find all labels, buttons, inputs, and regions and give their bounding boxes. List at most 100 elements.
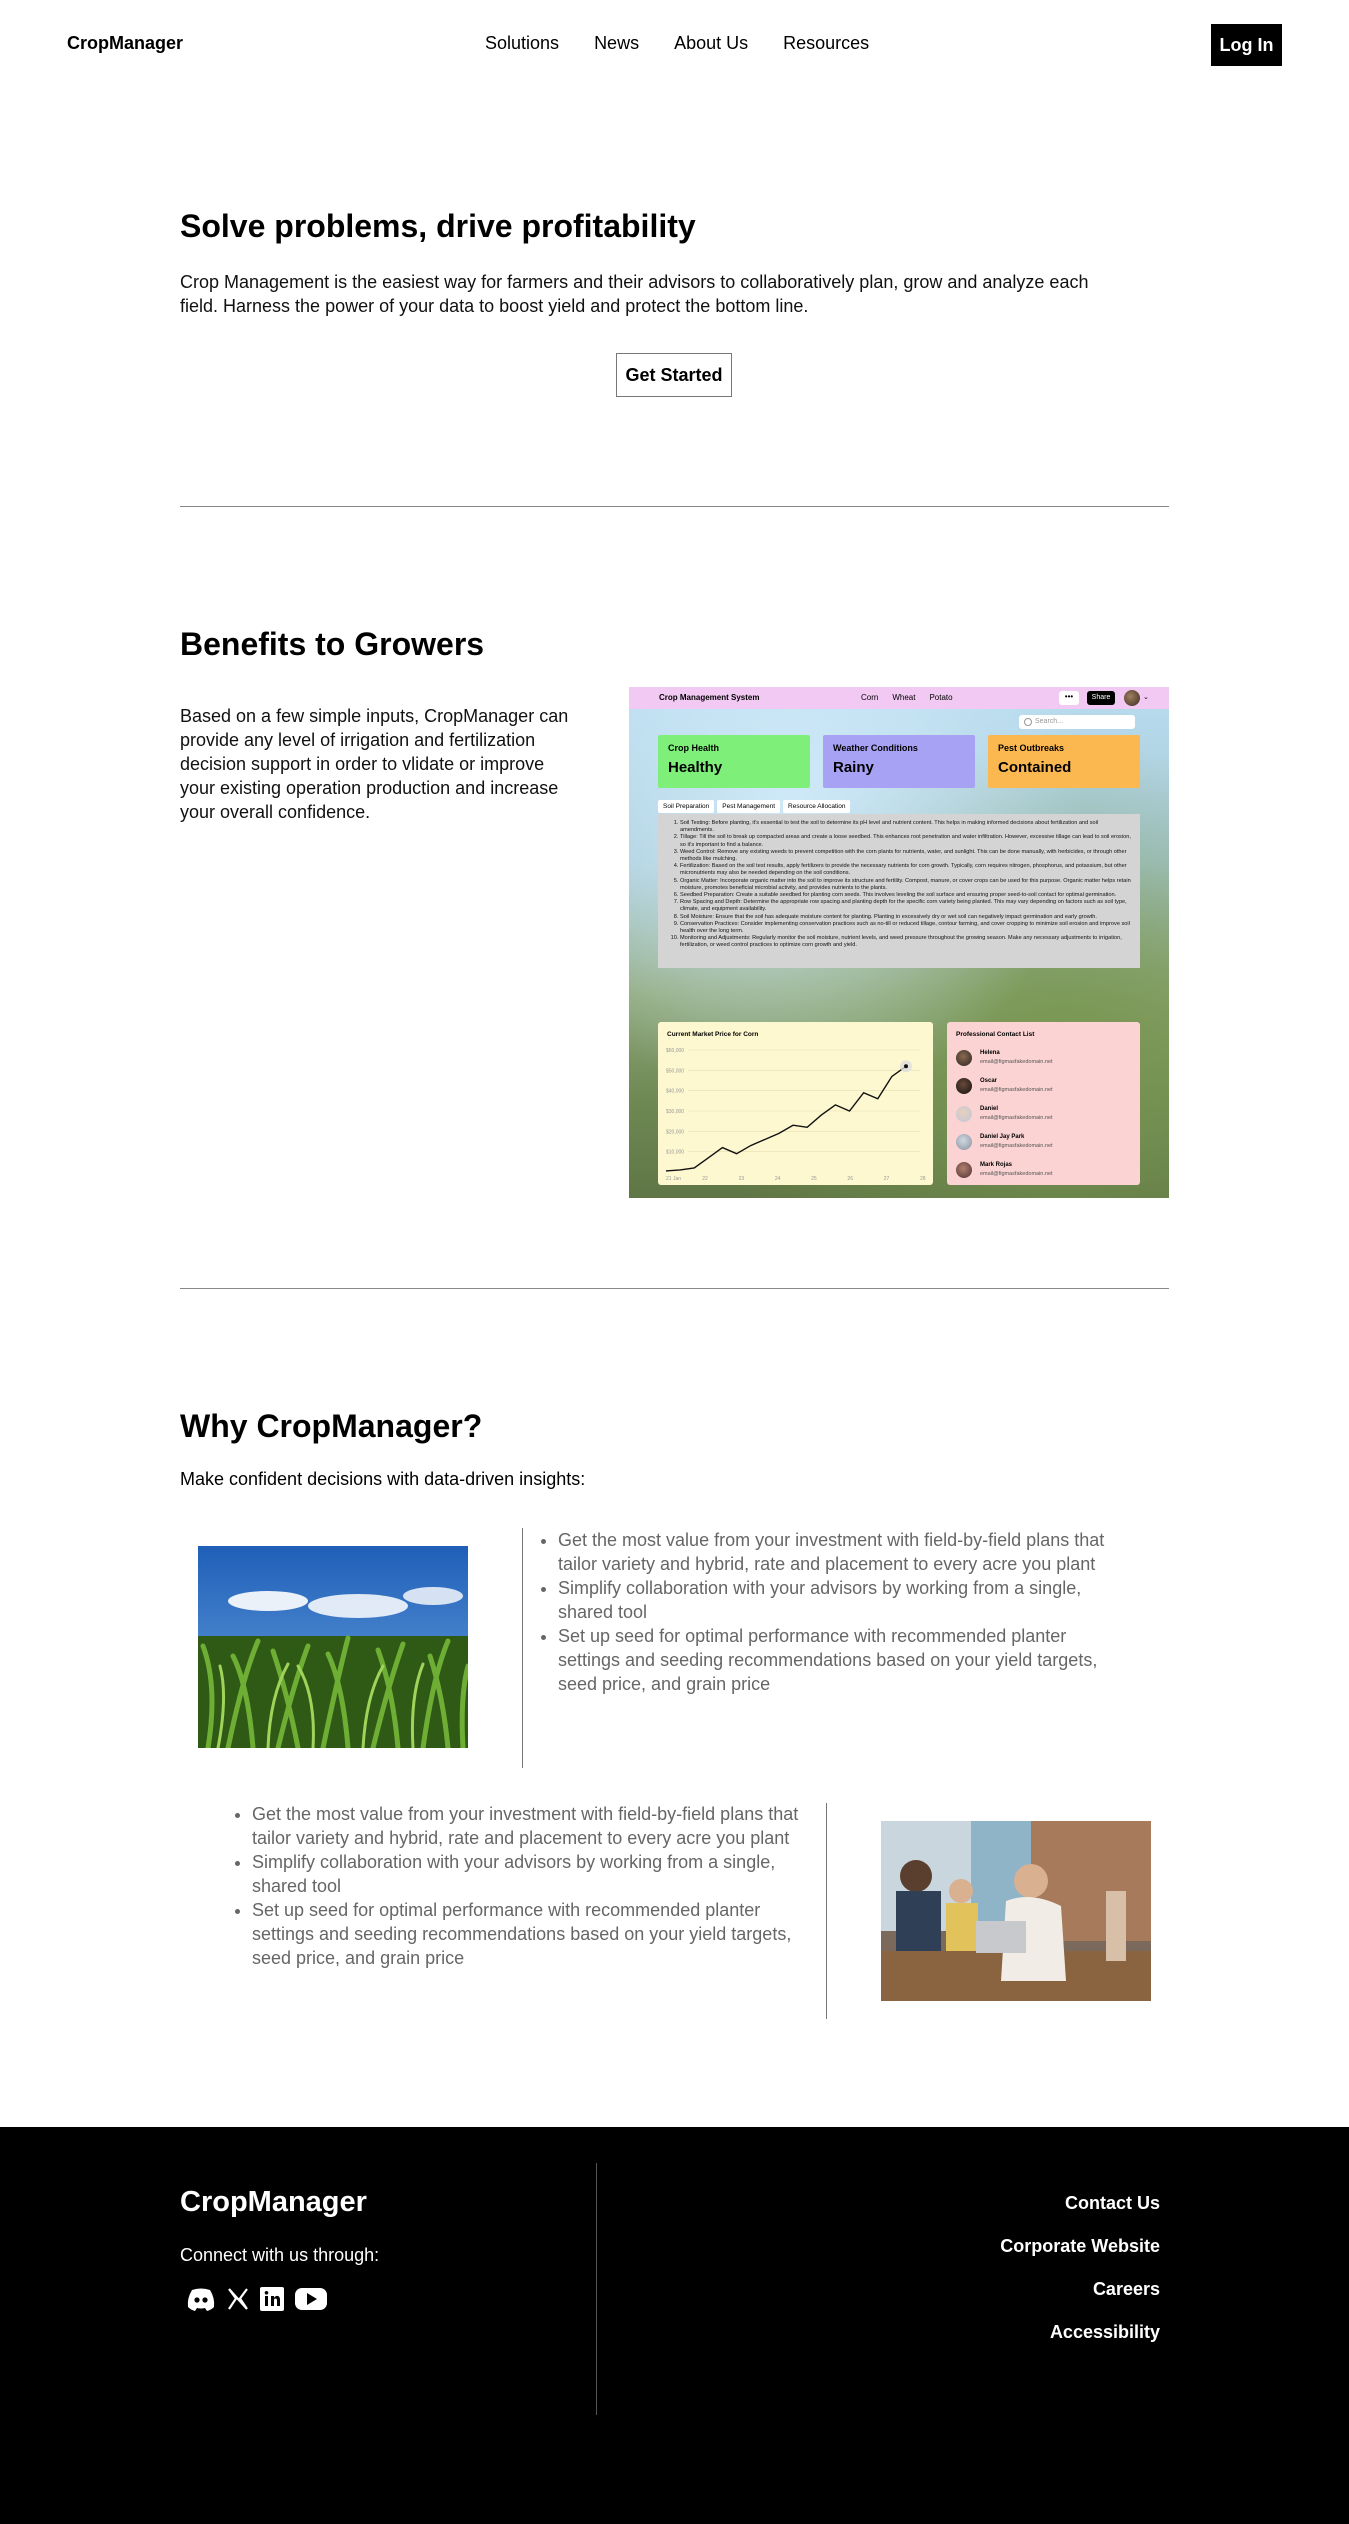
avatar (956, 1050, 972, 1066)
mock-step: Fertilization: Based on the soil test re… (680, 863, 1132, 877)
contact-email: email@figmasfakedomain.net (980, 1143, 1053, 1149)
mock-link-corn: Corn (861, 693, 879, 702)
mock-avatar (1124, 690, 1140, 706)
office-team-image (881, 1821, 1151, 2001)
top-nav: CropManager Solutions News About Us Reso… (0, 0, 1349, 90)
footer-link-careers[interactable]: Careers (1000, 2279, 1160, 2322)
nav-link-solutions[interactable]: Solutions (485, 33, 559, 54)
avatar (956, 1134, 972, 1150)
mock-tab: Resource Allocation (783, 800, 851, 813)
list-item: Set up seed for optimal performance with… (252, 1898, 804, 1970)
hero-title: Solve problems, drive profitability (180, 208, 696, 244)
vertical-divider (826, 1803, 827, 2019)
mock-tab: Pest Management (717, 800, 781, 813)
contact-email: email@figmasfakedomain.net (980, 1115, 1053, 1121)
nav-links: Solutions News About Us Resources (485, 33, 869, 54)
why-bullets-bottom: Get the most value from your investment … (234, 1802, 804, 1970)
list-item: Get the most value from your investment … (558, 1528, 1110, 1576)
mock-tabs: Soil Preparation Pest Management Resourc… (658, 800, 851, 813)
login-button[interactable]: Log In (1211, 24, 1282, 66)
mock-chevron-down-icon: ⌄ (1143, 694, 1149, 701)
mock-contact-item: Daniel email@figmasfakedomain.net (956, 1105, 1126, 1125)
chart-x-tick: 22 (702, 1176, 708, 1182)
chart-y-tick: $10,000 (666, 1150, 684, 1156)
why-subtitle: Make confident decisions with data-drive… (180, 1469, 586, 1489)
contact-name: Mark Rojas (980, 1162, 1013, 1168)
chart-x-tick: 21 Jan (666, 1176, 681, 1182)
chart-y-tick: $20,000 (666, 1129, 684, 1135)
mock-step: Row Spacing and Depth: Determine the app… (680, 899, 1132, 913)
footer-divider (596, 2163, 597, 2415)
hero-text: Crop Management is the easiest way for f… (180, 272, 1089, 316)
chart-y-tick: $30,000 (666, 1109, 684, 1115)
footer-link-accessibility[interactable]: Accessibility (1000, 2322, 1160, 2365)
chart-x-tick: 25 (811, 1176, 817, 1182)
footer: CropManager Connect with us through: Con… (0, 2127, 1349, 2524)
nav-link-news[interactable]: News (594, 33, 639, 54)
mock-price-chart: Current Market Price for Corn $60,000 $50… (658, 1022, 933, 1185)
mock-link-potato: Potato (929, 693, 953, 702)
linkedin-icon[interactable] (260, 2287, 284, 2316)
chart-y-tick: $40,000 (666, 1089, 684, 1095)
mock-share-button: Share (1087, 691, 1115, 705)
mock-step: Seedbed Preparation: Create a suitable s… (680, 892, 1132, 899)
footer-connect-label: Connect with us through: (180, 2245, 380, 2265)
chart-series-line (665, 1065, 907, 1172)
get-started-button[interactable]: Get Started (616, 353, 732, 397)
list-item: Simplify collaboration with your advisor… (558, 1576, 1110, 1624)
footer-brand: CropManager (180, 2186, 367, 2218)
contact-name: Daniel (980, 1106, 999, 1112)
mock-card-label: Crop Health (668, 743, 720, 753)
mock-contact-list: Professional Contact List Helena email@f… (947, 1022, 1140, 1185)
mock-card-value: Healthy (668, 759, 723, 776)
discord-icon[interactable] (186, 2287, 216, 2316)
nav-link-resources[interactable]: Resources (783, 33, 869, 54)
list-item: Set up seed for optimal performance with… (558, 1624, 1110, 1696)
mock-card-value: Contained (998, 759, 1072, 776)
section-divider (180, 506, 1169, 507)
app-screenshot: Crop Management System Corn Wheat Potato… (629, 687, 1169, 1198)
section-divider (180, 1288, 1169, 1289)
mock-header: Crop Management System Corn Wheat Potato… (629, 687, 1169, 709)
contact-email: email@figmasfakedomain.net (980, 1059, 1053, 1065)
list-item: Get the most value from your investment … (252, 1802, 804, 1850)
x-icon[interactable] (226, 2287, 250, 2316)
chart-x-tick: 23 (739, 1176, 745, 1182)
mock-search-input: Search... (1019, 715, 1135, 729)
social-links (186, 2287, 328, 2316)
mock-tab: Soil Preparation (658, 800, 715, 813)
footer-links: Contact Us Corporate Website Careers Acc… (1000, 2193, 1160, 2365)
chart-last-point (904, 1064, 908, 1069)
avatar (956, 1106, 972, 1122)
mock-app-title: Crop Management System (659, 693, 760, 702)
why-title: Why CropManager? (180, 1408, 483, 1444)
mock-card-crop-health: Crop Health Healthy (658, 735, 810, 788)
mock-nav-links: Corn Wheat Potato (861, 693, 953, 702)
footer-link-contact-us[interactable]: Contact Us (1000, 2193, 1160, 2236)
mock-step: Soil Moisture: Ensure that the soil has … (680, 914, 1132, 921)
benefits-title: Benefits to Growers (180, 626, 485, 662)
avatar (956, 1078, 972, 1094)
contact-email: email@figmasfakedomain.net (980, 1171, 1053, 1177)
mock-card-label: Weather Conditions (833, 743, 918, 753)
mock-link-wheat: Wheat (892, 693, 916, 702)
nav-link-about-us[interactable]: About Us (674, 33, 748, 54)
corn-field-image (198, 1546, 468, 1748)
vertical-divider (522, 1528, 523, 1768)
mock-step: Soil Testing: Before planting, it's esse… (680, 820, 1132, 834)
mock-more-icon: ••• (1059, 691, 1079, 705)
brand-logo[interactable]: CropManager (67, 33, 183, 54)
benefits-text: Based on a few simple inputs, CropManage… (180, 706, 569, 822)
mock-contacts-title: Professional Contact List (956, 1031, 1035, 1038)
footer-link-corporate-website[interactable]: Corporate Website (1000, 2236, 1160, 2279)
mock-contact-item: Mark Rojas email@figmasfakedomain.net (956, 1161, 1126, 1181)
chart-x-tick: 24 (775, 1176, 781, 1182)
chart-x-tick: 28 (920, 1176, 926, 1182)
mock-card-label: Pest Outbreaks (998, 743, 1065, 753)
chart-y-tick: $60,000 (666, 1048, 684, 1054)
mock-card-weather: Weather Conditions Rainy (823, 735, 975, 788)
contact-name: Daniel Jay Park (980, 1134, 1025, 1140)
youtube-icon[interactable] (294, 2287, 328, 2316)
mock-step: Monitoring and Adjustments: Regularly mo… (680, 935, 1132, 949)
mock-card-value: Rainy (833, 759, 874, 776)
